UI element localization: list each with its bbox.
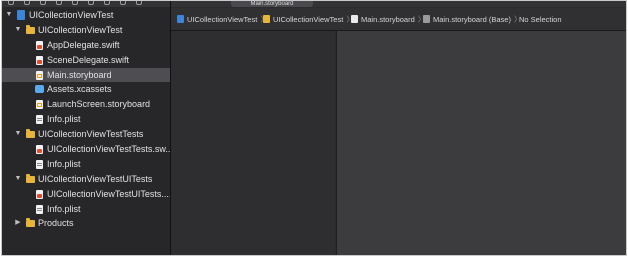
nav-item-label: Assets.xcassets	[47, 84, 112, 95]
xcode-window: ▼ UICollectionViewTest ▼ UICollectionVie…	[1, 0, 627, 256]
nav-row-info-plist[interactable]: Info.plist	[2, 112, 170, 127]
nav-item-label: AppDelegate.swift	[47, 39, 120, 50]
document-outline[interactable]	[171, 31, 335, 255]
crumb-file[interactable]: Main.storyboard 〉	[351, 14, 428, 25]
project-icon	[177, 15, 184, 23]
nav-item-label: UICollectionViewTest	[38, 24, 123, 35]
editor-tab-main-storyboard[interactable]: Main.storyboard	[231, 1, 313, 7]
editor-area: Main.storyboard UICollectionViewTest〉 UI…	[171, 1, 626, 255]
folder-icon	[26, 218, 35, 228]
project-icon	[17, 10, 25, 20]
nav-row-assets[interactable]: Assets.xcassets	[2, 82, 170, 97]
breakpoint-icon[interactable]	[120, 1, 126, 5]
nav-row-group-uitests[interactable]: ▼ UICollectionViewTestUITests	[2, 172, 170, 187]
storyboard-base-icon	[423, 15, 430, 23]
nav-row-scenedelegate[interactable]: SceneDelegate.swift	[2, 53, 170, 68]
crumb-label: Main.storyboard (Base)	[433, 15, 511, 24]
swift-file-icon	[36, 55, 43, 65]
nav-item-label: UICollectionViewTestUITests	[38, 173, 153, 184]
nav-row-launchscreen[interactable]: LaunchScreen.storyboard	[2, 97, 170, 112]
source-control-icon[interactable]	[24, 1, 30, 5]
report-icon[interactable]	[136, 1, 142, 5]
disclosure-open-icon[interactable]: ▼	[14, 172, 22, 187]
storyboard-file-icon	[351, 15, 358, 23]
crumb-label: Main.storyboard	[361, 15, 415, 24]
crumb-label: No Selection	[519, 15, 562, 24]
nav-item-label: Info.plist	[47, 158, 81, 169]
nav-item-label: UICollectionViewTestUITests....	[47, 188, 170, 199]
crumb-group[interactable]: UICollectionViewTest〉	[263, 14, 357, 25]
editor-tab-bar: Main.storyboard	[171, 1, 626, 7]
nav-item-label: Main.storyboard	[47, 69, 112, 80]
folder-icon	[26, 173, 35, 183]
folder-tab-icon[interactable]	[8, 1, 14, 5]
crumb-base[interactable]: Main.storyboard (Base) 〉	[423, 14, 524, 25]
jump-bar: UICollectionViewTest〉 UICollectionViewTe…	[171, 8, 626, 31]
swift-file-icon	[36, 189, 43, 199]
nav-item-label: UICollectionViewTestTests	[38, 129, 144, 140]
storyboard-file-icon	[36, 100, 43, 110]
issue-icon[interactable]	[72, 1, 78, 5]
disclosure-open-icon[interactable]: ▼	[14, 23, 22, 38]
storyboard-canvas[interactable]	[336, 31, 626, 255]
project-navigator: ▼ UICollectionViewTest ▼ UICollectionVie…	[2, 1, 171, 255]
folder-icon	[26, 129, 35, 139]
nav-item-label: UICollectionViewTest	[29, 10, 114, 20]
nav-item-label: Products	[38, 218, 74, 229]
nav-row-tests-swift[interactable]: UICollectionViewTestTests.sw...	[2, 142, 170, 157]
navigator-toolbar	[2, 1, 170, 7]
debug-icon[interactable]	[104, 1, 110, 5]
disclosure-closed-icon[interactable]: ▶	[14, 216, 22, 231]
crumb-selection[interactable]: No Selection	[519, 14, 562, 25]
folder-icon	[263, 15, 270, 23]
nav-row-uitests-swift[interactable]: UICollectionViewTestUITests....	[2, 187, 170, 202]
crumb-label: UICollectionViewTest	[187, 15, 258, 24]
crumb-label: UICollectionViewTest	[273, 15, 344, 24]
nav-item-label: Info.plist	[47, 114, 81, 125]
nav-item-label: SceneDelegate.swift	[47, 54, 130, 65]
swift-file-icon	[36, 145, 43, 155]
nav-row-project[interactable]: ▼ UICollectionViewTest	[2, 8, 170, 23]
disclosure-open-icon[interactable]: ▼	[5, 8, 13, 23]
nav-item-label: UICollectionViewTestTests.sw...	[47, 144, 170, 155]
nav-row-group-app[interactable]: ▼ UICollectionViewTest	[2, 23, 170, 38]
plist-file-icon	[36, 115, 43, 125]
nav-row-products[interactable]: ▶ Products	[2, 216, 170, 231]
nav-item-label: LaunchScreen.storyboard	[47, 99, 151, 110]
storyboard-file-icon	[36, 70, 43, 80]
nav-row-uitests-plist[interactable]: Info.plist	[2, 202, 170, 217]
plist-file-icon	[36, 204, 43, 214]
swift-file-icon	[36, 40, 43, 50]
plist-file-icon	[36, 159, 43, 169]
search-icon[interactable]	[56, 1, 62, 5]
test-icon[interactable]	[88, 1, 94, 5]
disclosure-open-icon[interactable]: ▼	[14, 127, 22, 142]
nav-row-appdelegate[interactable]: AppDelegate.swift	[2, 38, 170, 53]
folder-icon	[26, 24, 35, 34]
nav-row-main-storyboard[interactable]: Main.storyboard	[2, 67, 170, 83]
assets-folder-icon	[35, 85, 44, 94]
nav-row-group-tests[interactable]: ▼ UICollectionViewTestTests	[2, 127, 170, 142]
symbol-icon[interactable]	[40, 1, 46, 5]
crumb-project[interactable]: UICollectionViewTest〉	[177, 14, 271, 25]
nav-row-tests-plist[interactable]: Info.plist	[2, 157, 170, 172]
nav-item-label: Info.plist	[47, 203, 81, 214]
file-tree: ▼ UICollectionViewTest ▼ UICollectionVie…	[2, 8, 170, 231]
